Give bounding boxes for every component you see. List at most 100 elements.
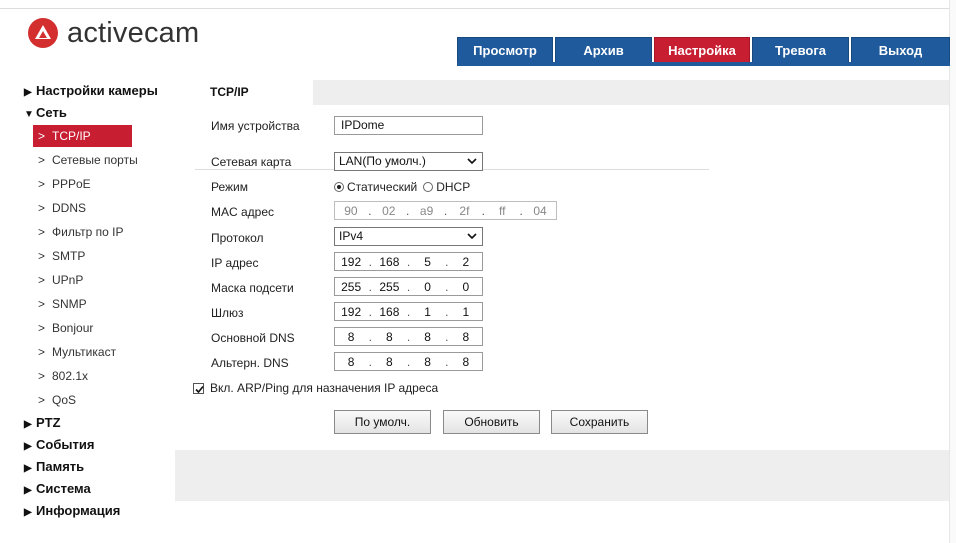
chevron-right-icon: > bbox=[38, 249, 46, 263]
nav-tab-logout[interactable]: Выход bbox=[851, 37, 950, 63]
sidebar-item-label: Фильтр по IP bbox=[52, 225, 124, 239]
triangle-right-icon: ▶ bbox=[24, 419, 32, 430]
gateway-octet[interactable]: 168 bbox=[373, 305, 405, 319]
nav-tab-settings[interactable]: Настройка bbox=[654, 37, 750, 63]
nic-label: Сетевая карта bbox=[211, 155, 292, 169]
ip-label: IP адрес bbox=[211, 256, 259, 270]
panel-footer bbox=[175, 450, 949, 501]
sidebar-group-network[interactable]: ▼ Сеть bbox=[24, 102, 174, 124]
sidebar-item-qos[interactable]: > QoS bbox=[24, 388, 174, 412]
dns2-octet[interactable]: 8 bbox=[373, 355, 405, 369]
mode-label: Режим bbox=[211, 180, 248, 194]
mac-label: MAC адрес bbox=[211, 205, 275, 219]
protocol-select[interactable]: IPv4 bbox=[334, 227, 483, 246]
dns2-octet[interactable]: 8 bbox=[335, 355, 367, 369]
alternate-dns-field[interactable]: 8. 8. 8. 8 bbox=[334, 352, 483, 371]
mask-octet[interactable]: 255 bbox=[335, 280, 367, 294]
triangle-right-icon: ▶ bbox=[24, 507, 32, 518]
mac-address-field: 90. 02. a9. 2f. ff. 04 bbox=[334, 201, 557, 220]
mask-octet[interactable]: 0 bbox=[450, 280, 482, 294]
mask-label: Маска подсети bbox=[211, 281, 294, 295]
triangle-right-icon: ▶ bbox=[24, 463, 32, 474]
sidebar-group-label: PTZ bbox=[36, 415, 61, 430]
nic-select-value: LAN(По умолч.) bbox=[339, 154, 426, 168]
sidebar-group-label: Сеть bbox=[36, 105, 67, 120]
primary-dns-field[interactable]: 8. 8. 8. 8 bbox=[334, 327, 483, 346]
radio-static[interactable] bbox=[334, 182, 344, 192]
arp-ping-checkbox[interactable] bbox=[193, 382, 204, 394]
nic-select[interactable]: LAN(По умолч.) bbox=[334, 152, 483, 171]
dns1-octet[interactable]: 8 bbox=[412, 330, 444, 344]
sidebar-item-tcpip[interactable]: > TCP/IP bbox=[33, 125, 132, 147]
ip-octet[interactable]: 5 bbox=[412, 255, 444, 269]
sidebar-group-storage[interactable]: ▶ Память bbox=[24, 456, 174, 478]
gateway-label: Шлюз bbox=[211, 306, 244, 320]
gateway-field[interactable]: 192. 168. 1. 1 bbox=[334, 302, 483, 321]
triangle-down-icon: ▼ bbox=[24, 109, 34, 120]
device-name-input[interactable]: IPDome bbox=[334, 116, 483, 135]
sidebar-item-network-ports[interactable]: > Сетевые порты bbox=[24, 148, 174, 172]
chevron-down-icon bbox=[467, 233, 477, 240]
gateway-octet[interactable]: 1 bbox=[412, 305, 444, 319]
dns1-octet[interactable]: 8 bbox=[450, 330, 482, 344]
refresh-button[interactable]: Обновить bbox=[443, 410, 540, 434]
sidebar-item-pppoe[interactable]: > PPPoE bbox=[24, 172, 174, 196]
sidebar-group-label: Информация bbox=[36, 503, 121, 518]
sidebar-group-info[interactable]: ▶ Информация bbox=[24, 500, 174, 522]
ip-address-field[interactable]: 192. 168. 5. 2 bbox=[334, 252, 483, 271]
gateway-octet[interactable]: 1 bbox=[450, 305, 482, 319]
window-right-border bbox=[949, 0, 956, 543]
sidebar-item-snmp[interactable]: > SNMP bbox=[24, 292, 174, 316]
radio-static-label: Статический bbox=[347, 180, 418, 194]
nav-tab-alarm[interactable]: Тревога bbox=[752, 37, 849, 63]
ip-octet[interactable]: 168 bbox=[373, 255, 405, 269]
dns1-octet[interactable]: 8 bbox=[373, 330, 405, 344]
dns2-octet[interactable]: 8 bbox=[450, 355, 482, 369]
nav-tab-view[interactable]: Просмотр bbox=[457, 37, 553, 63]
nav-tab-archive[interactable]: Архив bbox=[555, 37, 652, 63]
sidebar-item-multicast[interactable]: > Мультикаст bbox=[24, 340, 174, 364]
sidebar-group-system[interactable]: ▶ Система bbox=[24, 478, 174, 500]
dns2-label: Альтерн. DNS bbox=[211, 356, 289, 370]
arp-ping-label: Вкл. ARP/Ping для назначения IP адреса bbox=[210, 381, 439, 395]
ip-octet[interactable]: 192 bbox=[335, 255, 367, 269]
chevron-right-icon: > bbox=[38, 393, 46, 407]
sidebar-item-smtp[interactable]: > SMTP bbox=[24, 244, 174, 268]
nav-underline bbox=[457, 62, 950, 66]
sidebar-item-ddns[interactable]: > DDNS bbox=[24, 196, 174, 220]
sidebar-item-upnp[interactable]: > UPnP bbox=[24, 268, 174, 292]
dns2-octet[interactable]: 8 bbox=[412, 355, 444, 369]
sidebar-item-8021x[interactable]: >802.1x bbox=[24, 364, 174, 388]
sidebar-item-label: 802.1x bbox=[52, 369, 89, 383]
sidebar-item-label: Сетевые порты bbox=[52, 153, 138, 167]
chevron-right-icon: > bbox=[38, 273, 46, 287]
radio-dhcp[interactable] bbox=[423, 182, 434, 192]
mac-octet: 2f bbox=[459, 203, 470, 218]
radio-dhcp-label: DHCP bbox=[436, 180, 471, 194]
mask-octet[interactable]: 255 bbox=[373, 280, 405, 294]
brand-name: activecam bbox=[67, 17, 200, 49]
tab-tcpip[interactable]: TCP/IP bbox=[175, 80, 313, 105]
chevron-right-icon: > bbox=[38, 129, 46, 143]
ip-octet[interactable]: 2 bbox=[450, 255, 482, 269]
default-button[interactable]: По умолч. bbox=[334, 410, 431, 434]
mask-octet[interactable]: 0 bbox=[412, 280, 444, 294]
sidebar-item-ip-filter[interactable]: > Фильтр по IP bbox=[24, 220, 174, 244]
sidebar-item-bonjour[interactable]: > Bonjour bbox=[24, 316, 174, 340]
sidebar-group-events[interactable]: ▶ События bbox=[24, 434, 174, 456]
triangle-right-icon: ▶ bbox=[24, 87, 32, 98]
sidebar-group-camera-settings[interactable]: ▶ Настройки камеры bbox=[24, 80, 174, 102]
sidebar-item-label: SMTP bbox=[52, 249, 86, 263]
sidebar-group-ptz[interactable]: ▶ PTZ bbox=[24, 412, 174, 434]
brand-logo: activecam bbox=[28, 18, 199, 48]
chevron-right-icon: > bbox=[38, 321, 46, 335]
dns1-label: Основной DNS bbox=[211, 331, 295, 345]
protocol-label: Протокол bbox=[211, 231, 264, 245]
mac-octet: 02 bbox=[382, 203, 396, 218]
dns1-octet[interactable]: 8 bbox=[335, 330, 367, 344]
sidebar-group-label: Настройки камеры bbox=[36, 83, 158, 98]
gateway-octet[interactable]: 192 bbox=[335, 305, 367, 319]
subnet-mask-field[interactable]: 255. 255. 0. 0 bbox=[334, 277, 483, 296]
save-button[interactable]: Сохранить bbox=[551, 410, 648, 434]
sidebar-item-label: Мультикаст bbox=[52, 345, 117, 359]
